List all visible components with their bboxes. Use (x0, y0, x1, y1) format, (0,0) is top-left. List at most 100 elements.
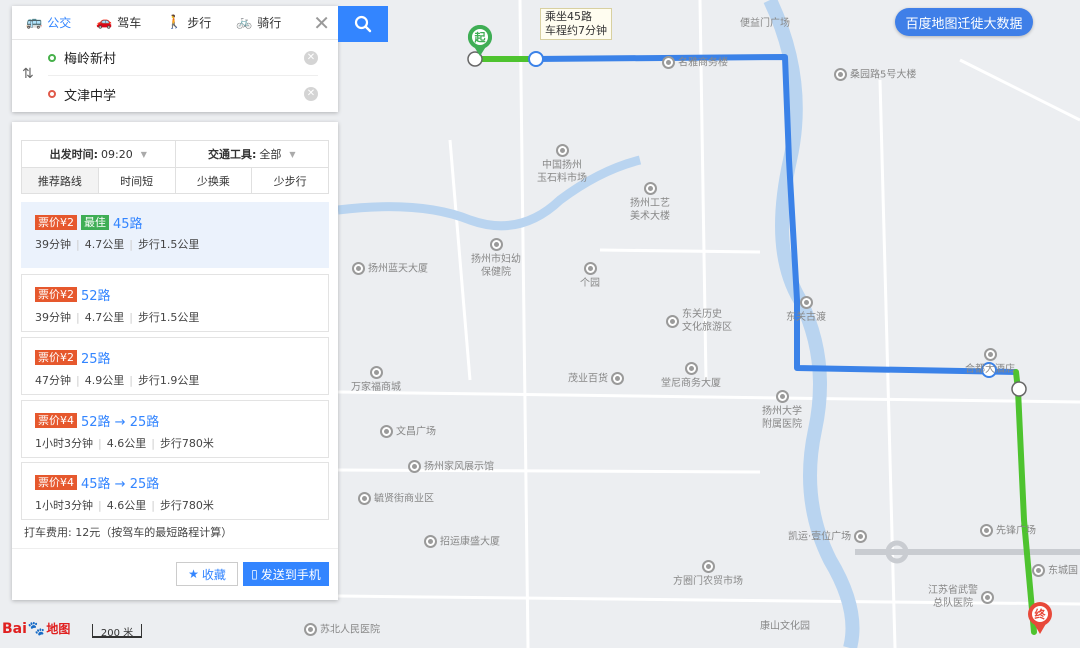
sort-recommended[interactable]: 推荐路线 (22, 168, 98, 193)
poi-label: 万家福商城 (351, 382, 401, 393)
route-name: 52路 → 25路 (81, 415, 160, 430)
poi-icon (983, 348, 997, 361)
destination-field[interactable]: 文津中学 ✕ (48, 76, 318, 112)
route-option[interactable]: 票价¥4 52路 → 25路 1小时3分钟 | 4.6公里 | 步行780米 (21, 400, 329, 458)
tab-bike[interactable]: 🚲 骑行 (222, 14, 292, 31)
favorite-button[interactable]: ★ 收藏 (176, 562, 238, 586)
route-duration: 1小时3分钟 (35, 437, 93, 450)
tab-label: 步行 (187, 16, 212, 30)
poi-kaixuan[interactable]: 凯运·壹位广场 (788, 530, 870, 544)
bus-callout-line: 乘坐45路 (545, 10, 592, 23)
poi-label: 扬州大学 (762, 406, 802, 417)
poi-label: 名雅商务楼 (678, 57, 728, 69)
poi-subei[interactable]: 苏北人民医院 (304, 623, 380, 637)
poi-dongguan[interactable]: 东关历史 文化旅游区 (666, 308, 732, 334)
tab-car[interactable]: 🚗 驾车 (82, 14, 152, 31)
paw-icon: 🐾 (27, 620, 46, 637)
poi-kangshan[interactable]: 康山文化园 (750, 620, 820, 633)
poi-geyuan[interactable]: 个园 (570, 262, 610, 290)
tab-label: 公交 (47, 16, 72, 30)
poi-hedu[interactable]: 合都大酒店 (950, 348, 1030, 376)
tab-walk[interactable]: 🚶 步行 (152, 14, 222, 31)
route-option[interactable]: 票价¥2 52路 39分钟 | 4.7公里 | 步行1.5公里 (21, 274, 329, 332)
poi-label: 东关历史 (682, 309, 722, 320)
route-results-panel: 出发时间: 09:20 ▼ 交通工具: 全部 ▼ 推荐路线 时间短 少换乘 少步… (12, 122, 338, 600)
poi-dongcheng[interactable]: 东城国 (1032, 564, 1078, 578)
route-duration: 39分钟 (35, 311, 71, 324)
close-icon[interactable]: ✕ (313, 11, 330, 35)
poi-wenchang[interactable]: 文昌广场 (380, 425, 436, 439)
sort-less-walking[interactable]: 少步行 (251, 168, 328, 193)
poi-zhongguo[interactable]: 中国扬州 玉石料市场 (532, 144, 592, 185)
destination-value: 文津中学 (64, 88, 117, 104)
depart-time-select[interactable]: 出发时间: 09:20 ▼ (22, 141, 175, 167)
poi-tangni[interactable]: 堂尼商务大厦 (656, 362, 726, 390)
baidu-map-logo[interactable]: Bai 🐾 du 地图 (2, 620, 70, 637)
sort-fastest[interactable]: 时间短 (97, 168, 175, 193)
tab-bus[interactable]: 🚌 公交 (12, 14, 82, 31)
route-filters: 出发时间: 09:20 ▼ 交通工具: 全部 ▼ 推荐路线 时间短 少换乘 少步… (21, 140, 329, 194)
poi-wujing[interactable]: 江苏省武警 总队医院 (928, 584, 997, 610)
poi-mingya[interactable]: 名雅商务楼 (662, 56, 728, 70)
migration-bigdata-button[interactable]: 百度地图迁徙大数据 (895, 8, 1033, 36)
route-walk: 步行1.5公里 (137, 311, 200, 324)
poi-daxue[interactable]: 扬州大学 附属医院 (752, 390, 812, 431)
poi-bianyi[interactable]: 便益门广场 (740, 17, 790, 30)
poi-gongyi[interactable]: 扬州工艺 美术大楼 (620, 182, 680, 223)
poi-icon (854, 530, 868, 543)
route-option[interactable]: 票价¥2 25路 47分钟 | 4.9公里 | 步行1.9公里 (21, 337, 329, 395)
end-marker[interactable]: 终 (1032, 606, 1048, 622)
route-option[interactable]: 票价¥4 45路 → 25路 1小时3分钟 | 4.6公里 | 步行780米 (21, 462, 329, 520)
poi-lantian[interactable]: 扬州蓝天大厦 (352, 262, 428, 276)
start-marker[interactable]: 起 (472, 29, 488, 45)
clear-origin-icon[interactable]: ✕ (304, 50, 318, 65)
poi-wanjiafu[interactable]: 万家福商城 (346, 366, 406, 394)
poi-label: 毓贤街商业区 (374, 493, 434, 505)
walk-icon: 🚶 (166, 15, 183, 30)
poi-xianfeng[interactable]: 先锋广场 (980, 524, 1036, 538)
taxi-fare: 打车费用: 12元（按驾车的最短路程计算） (24, 526, 233, 539)
poi-ganxian[interactable]: 毓贤街商业区 (358, 492, 434, 506)
poi-fangquan[interactable]: 方圈门农贸市场 (668, 560, 748, 588)
swap-icon[interactable]: ⇅ (22, 66, 34, 82)
search-button[interactable] (338, 6, 388, 42)
phone-icon: ▯ (251, 567, 258, 581)
poi-icon (799, 296, 813, 309)
poi-label: 扬州工艺 (630, 198, 670, 209)
poi-label: 方圈门农贸市场 (673, 576, 743, 587)
best-badge: 最佳 (81, 215, 109, 230)
sort-fewer-transfers[interactable]: 少换乘 (174, 168, 252, 193)
tab-label: 驾车 (117, 16, 142, 30)
poi-label: 江苏省武警 (928, 585, 978, 596)
route-name: 45路 → 25路 (81, 477, 160, 492)
route-duration: 39分钟 (35, 238, 71, 251)
poi-label: 玉石料市场 (537, 173, 587, 184)
route-distance: 4.6公里 (106, 499, 147, 512)
route-duration: 47分钟 (35, 374, 71, 387)
poi-icon (834, 68, 847, 81)
destination-dot-icon (48, 90, 56, 98)
clear-destination-icon[interactable]: ✕ (304, 87, 318, 101)
price-badge: 票价¥2 (35, 287, 77, 302)
poi-label: 东关古渡 (786, 312, 826, 323)
bus-icon: 🚌 (26, 15, 43, 30)
vehicle-select[interactable]: 交通工具: 全部 ▼ (174, 141, 329, 167)
poi-icon (583, 262, 597, 275)
route-option[interactable]: 票价¥2 最佳 45路 39分钟 | 4.7公里 | 步行1.5公里 (21, 202, 329, 268)
favorite-label: 收藏 (201, 567, 226, 582)
price-badge: 票价¥2 (35, 215, 77, 230)
route-name: 52路 (81, 289, 111, 304)
poi-label: 中国扬州 (542, 160, 582, 171)
poi-dongguan-gudu[interactable]: 东关古渡 (776, 296, 836, 324)
poi-maoye[interactable]: 茂业百货 (568, 372, 627, 386)
poi-label: 苏北人民医院 (320, 624, 380, 636)
poi-jiafeng[interactable]: 扬州家风展示馆 (408, 460, 494, 474)
send-to-phone-button[interactable]: ▯ 发送到手机 (243, 562, 329, 586)
vehicle-label: 交通工具: (207, 148, 257, 161)
poi-icon (611, 372, 624, 385)
origin-field[interactable]: 梅岭新村 ✕ (48, 40, 318, 76)
poi-zhaoyun[interactable]: 招运康盛大厦 (424, 535, 500, 549)
poi-sangyuan[interactable]: 桑园路5号大楼 (834, 68, 916, 82)
logo-text: 地图 (46, 622, 71, 636)
poi-fuyou[interactable]: 扬州市妇幼 保健院 (466, 238, 526, 279)
